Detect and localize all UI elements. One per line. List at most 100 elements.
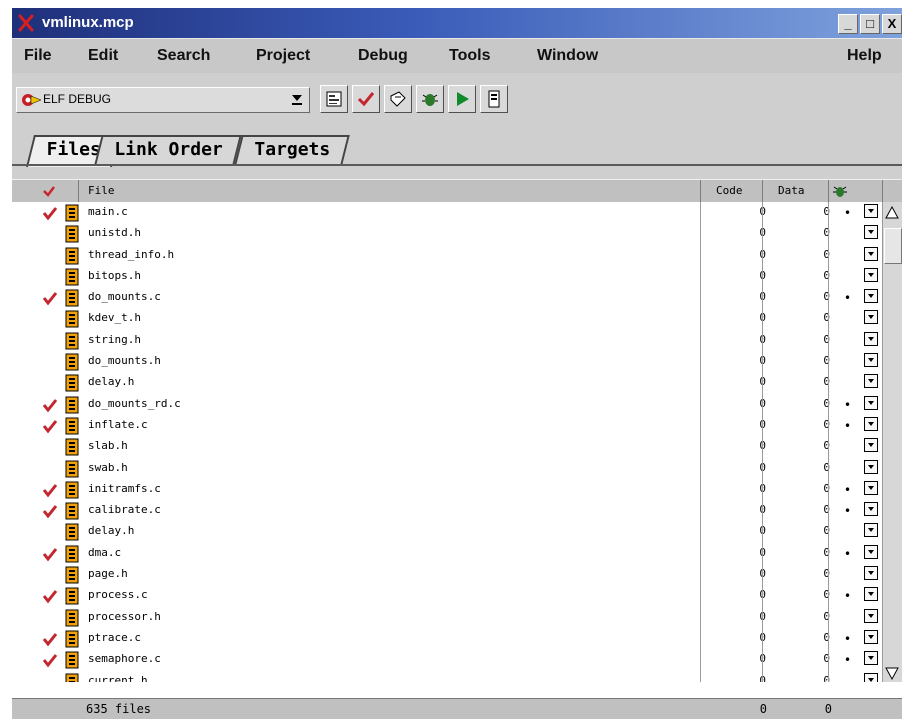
menu-edit[interactable]: Edit <box>88 47 118 65</box>
file-list[interactable]: main.c 0 0 • unistd.h 0 0 thread_info.h 0 0 bitops… <box>12 202 882 682</box>
touch-column-header[interactable] <box>12 180 79 202</box>
file-menu-icon[interactable] <box>864 416 878 431</box>
file-row[interactable]: calibrate.c 0 0 • <box>12 500 882 521</box>
file-column-header[interactable]: File <box>78 180 701 202</box>
check-icon[interactable] <box>42 546 58 562</box>
minimize-button[interactable]: _ <box>838 14 858 34</box>
file-row[interactable]: do_mounts_rd.c 0 0 • <box>12 394 882 415</box>
debug-marker[interactable]: • <box>844 632 851 646</box>
file-menu-icon[interactable] <box>864 267 878 282</box>
synchronize-modification-dates-button[interactable] <box>352 85 380 113</box>
check-icon <box>357 92 375 107</box>
file-menu-icon[interactable] <box>864 502 878 517</box>
debug-marker[interactable]: • <box>844 589 851 603</box>
file-menu-icon[interactable] <box>864 480 878 495</box>
file-row[interactable]: string.h 0 0 <box>12 330 882 351</box>
debug-marker[interactable]: • <box>844 653 851 667</box>
file-row[interactable]: ptrace.c 0 0 • <box>12 628 882 649</box>
check-icon[interactable] <box>42 652 58 668</box>
file-menu-icon[interactable] <box>864 395 878 410</box>
file-name: main.c <box>88 205 128 218</box>
menu-tools[interactable]: Tools <box>449 47 490 65</box>
file-row[interactable]: initramfs.c 0 0 • <box>12 479 882 500</box>
file-row[interactable]: do_mounts.c 0 0 • <box>12 287 882 308</box>
debug-marker[interactable]: • <box>844 398 851 412</box>
project-inspector-button[interactable] <box>480 85 508 113</box>
menu-file[interactable]: File <box>24 47 52 65</box>
tab-link-order[interactable]: Link Order <box>94 135 243 165</box>
file-row[interactable]: delay.h 0 0 <box>12 521 882 542</box>
file-row[interactable]: current.h 0 0 <box>12 671 882 682</box>
file-row[interactable]: main.c 0 0 • <box>12 202 882 223</box>
file-row[interactable]: swab.h 0 0 <box>12 458 882 479</box>
check-icon[interactable] <box>42 482 58 498</box>
file-row[interactable]: thread_info.h 0 0 <box>12 245 882 266</box>
settings-button[interactable] <box>320 85 348 113</box>
file-menu-icon[interactable] <box>864 587 878 602</box>
file-menu-icon[interactable] <box>864 310 878 325</box>
file-row[interactable]: kdev_t.h 0 0 <box>12 308 882 329</box>
debug-button[interactable] <box>416 85 444 113</box>
file-menu-icon[interactable] <box>864 651 878 666</box>
scroll-down-icon[interactable] <box>885 660 899 682</box>
title-bar[interactable]: vmlinux.mcp _ □ X <box>12 8 902 38</box>
file-menu-icon[interactable] <box>864 246 878 261</box>
file-row[interactable]: process.c 0 0 • <box>12 585 882 606</box>
check-icon[interactable] <box>42 588 58 604</box>
vertical-scrollbar[interactable] <box>882 202 902 682</box>
file-menu-icon[interactable] <box>864 566 878 581</box>
target-selector[interactable]: ELF DEBUG <box>16 87 310 113</box>
file-row[interactable]: unistd.h 0 0 <box>12 223 882 244</box>
file-row[interactable]: semaphore.c 0 0 • <box>12 649 882 670</box>
file-menu-icon[interactable] <box>864 353 878 368</box>
file-menu-icon[interactable] <box>864 629 878 644</box>
file-menu-icon[interactable] <box>864 289 878 304</box>
file-menu-icon[interactable] <box>864 459 878 474</box>
check-icon[interactable] <box>42 205 58 221</box>
file-row[interactable]: processor.h 0 0 <box>12 607 882 628</box>
debug-marker[interactable]: • <box>844 504 851 518</box>
file-menu-icon[interactable] <box>864 672 878 682</box>
menu-help[interactable]: Help <box>847 47 882 65</box>
tab-targets[interactable]: Targets <box>234 135 350 165</box>
check-icon[interactable] <box>42 290 58 306</box>
debug-marker[interactable]: • <box>844 547 851 561</box>
file-menu-icon[interactable] <box>864 204 878 218</box>
check-icon[interactable] <box>42 418 58 434</box>
file-menu-icon[interactable] <box>864 374 878 389</box>
file-menu-icon[interactable] <box>864 608 878 623</box>
file-menu-icon[interactable] <box>864 331 878 346</box>
debug-marker[interactable]: • <box>844 206 851 220</box>
code-column-header[interactable]: Code <box>700 180 763 202</box>
scroll-up-icon[interactable] <box>885 204 899 226</box>
menu-window[interactable]: Window <box>537 47 598 65</box>
menu-project[interactable]: Project <box>256 47 310 65</box>
file-row[interactable]: inflate.c 0 0 • <box>12 415 882 436</box>
debug-column-header[interactable] <box>828 180 883 202</box>
maximize-button[interactable]: □ <box>860 14 880 34</box>
file-menu-icon[interactable] <box>864 523 878 538</box>
data-column-header[interactable]: Data <box>762 180 829 202</box>
run-button[interactable] <box>448 85 476 113</box>
check-icon[interactable] <box>42 631 58 647</box>
check-icon[interactable] <box>42 503 58 519</box>
file-menu-icon[interactable] <box>864 438 878 453</box>
file-row[interactable]: delay.h 0 0 <box>12 372 882 393</box>
debug-marker[interactable]: • <box>844 291 851 305</box>
debug-marker[interactable]: • <box>844 419 851 433</box>
debug-marker[interactable]: • <box>844 483 851 497</box>
file-row[interactable]: do_mounts.h 0 0 <box>12 351 882 372</box>
file-row[interactable]: dma.c 0 0 • <box>12 543 882 564</box>
check-icon[interactable] <box>42 397 58 413</box>
make-button[interactable] <box>384 85 412 113</box>
file-row[interactable]: slab.h 0 0 <box>12 436 882 457</box>
scroll-thumb[interactable] <box>884 228 902 264</box>
file-icon <box>65 460 79 478</box>
file-row[interactable]: bitops.h 0 0 <box>12 266 882 287</box>
file-menu-icon[interactable] <box>864 225 878 240</box>
menu-search[interactable]: Search <box>157 47 210 65</box>
file-menu-icon[interactable] <box>864 544 878 559</box>
menu-debug[interactable]: Debug <box>358 47 408 65</box>
file-row[interactable]: page.h 0 0 <box>12 564 882 585</box>
close-button[interactable]: X <box>882 14 902 34</box>
